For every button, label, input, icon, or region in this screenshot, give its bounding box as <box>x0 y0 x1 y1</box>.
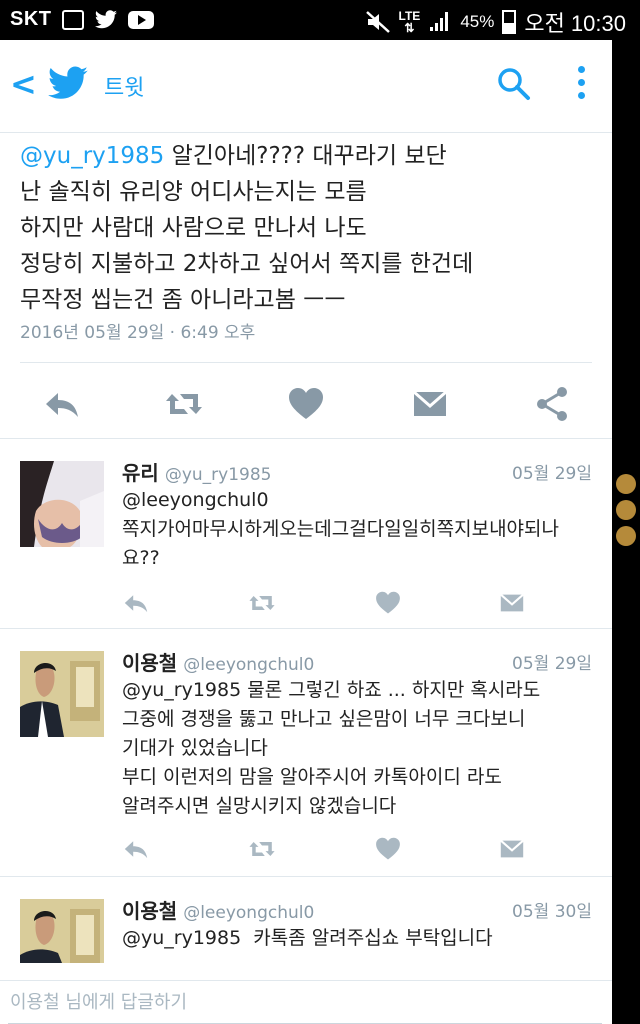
reply-text: @leeyongchul0 쪽지가어마무시하게오는데그걸다일일히쪽지보내야되나요… <box>122 489 560 569</box>
tweet-body: @yu_ry1985 알긴아네???? 대꾸라기 보단 난 솔직히 유리양 어디… <box>20 138 600 318</box>
carrier-label: SKT <box>10 8 52 30</box>
reply-text: @yu_ry1985 물론 그렇긴 하죠 ... 하지만 혹시라도 그중에 경쟁… <box>122 679 541 817</box>
signal-icon <box>430 12 449 31</box>
reply-author[interactable]: 유리 @yu_ry1985 <box>122 457 271 486</box>
more-options-icon[interactable] <box>578 66 588 105</box>
direct-message-icon[interactable] <box>498 835 526 863</box>
edge-decoration <box>616 500 636 520</box>
reply-icon[interactable] <box>42 384 82 424</box>
tweet-timestamp: 2016년 05월 29일 · 6:49 오후 <box>20 323 256 343</box>
search-icon[interactable] <box>496 66 532 102</box>
direct-message-icon[interactable] <box>498 589 526 617</box>
clock: 오전 10:30 <box>524 11 626 36</box>
like-heart-icon[interactable] <box>374 835 402 863</box>
reply-composer <box>0 980 612 1024</box>
divider <box>20 362 592 363</box>
reply-text: @yu_ry1985 카톡좀 알려주십쇼 부탁입니다 <box>122 927 493 949</box>
edge-decoration <box>616 526 636 546</box>
tweet-actions <box>0 374 612 434</box>
share-icon[interactable] <box>532 384 572 424</box>
top-app-bar: < 트윗 <box>0 40 612 133</box>
reply-input[interactable] <box>8 981 602 1024</box>
battery-icon <box>502 10 517 34</box>
avatar[interactable] <box>20 651 104 737</box>
network-type: LTE ⇅ <box>398 9 421 35</box>
reply-icon[interactable] <box>122 589 150 617</box>
twitter-notification-icon <box>94 9 117 28</box>
reply-tweet[interactable]: 유리 @yu_ry1985 05월 29일 @leeyongchul0 쪽지가어마… <box>0 438 612 629</box>
retweet-icon[interactable] <box>248 835 276 863</box>
tweet-detail-screen: < 트윗 @yu_ry1985 알긴아네???? 대꾸라기 보단 난 솔직히 유… <box>0 40 612 1024</box>
mute-icon <box>365 11 390 33</box>
reply-handle[interactable]: @leeyongchul0 <box>183 655 314 675</box>
reply-date: 05월 30일 <box>512 902 592 922</box>
reply-author[interactable]: 이용철 @leeyongchul0 <box>122 647 314 676</box>
main-tweet: @yu_ry1985 알긴아네???? 대꾸라기 보단 난 솔직히 유리양 어디… <box>20 138 600 343</box>
reply-date: 05월 29일 <box>512 464 592 484</box>
youtube-notification-icon <box>127 10 154 29</box>
tweet-mention[interactable]: @yu_ry1985 <box>20 143 164 169</box>
like-heart-icon[interactable] <box>286 384 326 424</box>
like-heart-icon[interactable] <box>374 589 402 617</box>
direct-message-icon[interactable] <box>410 384 450 424</box>
battery-percent: 45% <box>460 12 495 31</box>
reply-icon[interactable] <box>122 835 150 863</box>
avatar[interactable] <box>20 899 104 963</box>
reply-handle[interactable]: @leeyongchul0 <box>183 903 314 923</box>
back-icon[interactable]: < <box>10 68 37 100</box>
retweet-icon[interactable] <box>164 384 204 424</box>
page-title: 트윗 <box>104 76 145 101</box>
gallery-icon <box>61 9 84 30</box>
status-bar: SKT LTE ⇅ 45% 오전 10:30 <box>0 0 640 40</box>
reply-actions <box>122 835 524 865</box>
edge-decoration <box>616 474 636 494</box>
twitter-bird-icon <box>48 66 88 99</box>
reply-tweet[interactable]: 이용철 @leeyongchul0 05월 30일 @yu_ry1985 카톡좀 … <box>0 876 612 981</box>
reply-actions <box>122 589 524 619</box>
reply-tweet[interactable]: 이용철 @leeyongchul0 05월 29일 @yu_ry1985 물론 그… <box>0 628 612 877</box>
reply-handle[interactable]: @yu_ry1985 <box>165 465 272 485</box>
retweet-icon[interactable] <box>248 589 276 617</box>
reply-date: 05월 29일 <box>512 654 592 674</box>
reply-author[interactable]: 이용철 @leeyongchul0 <box>122 895 314 924</box>
avatar[interactable] <box>20 461 104 547</box>
